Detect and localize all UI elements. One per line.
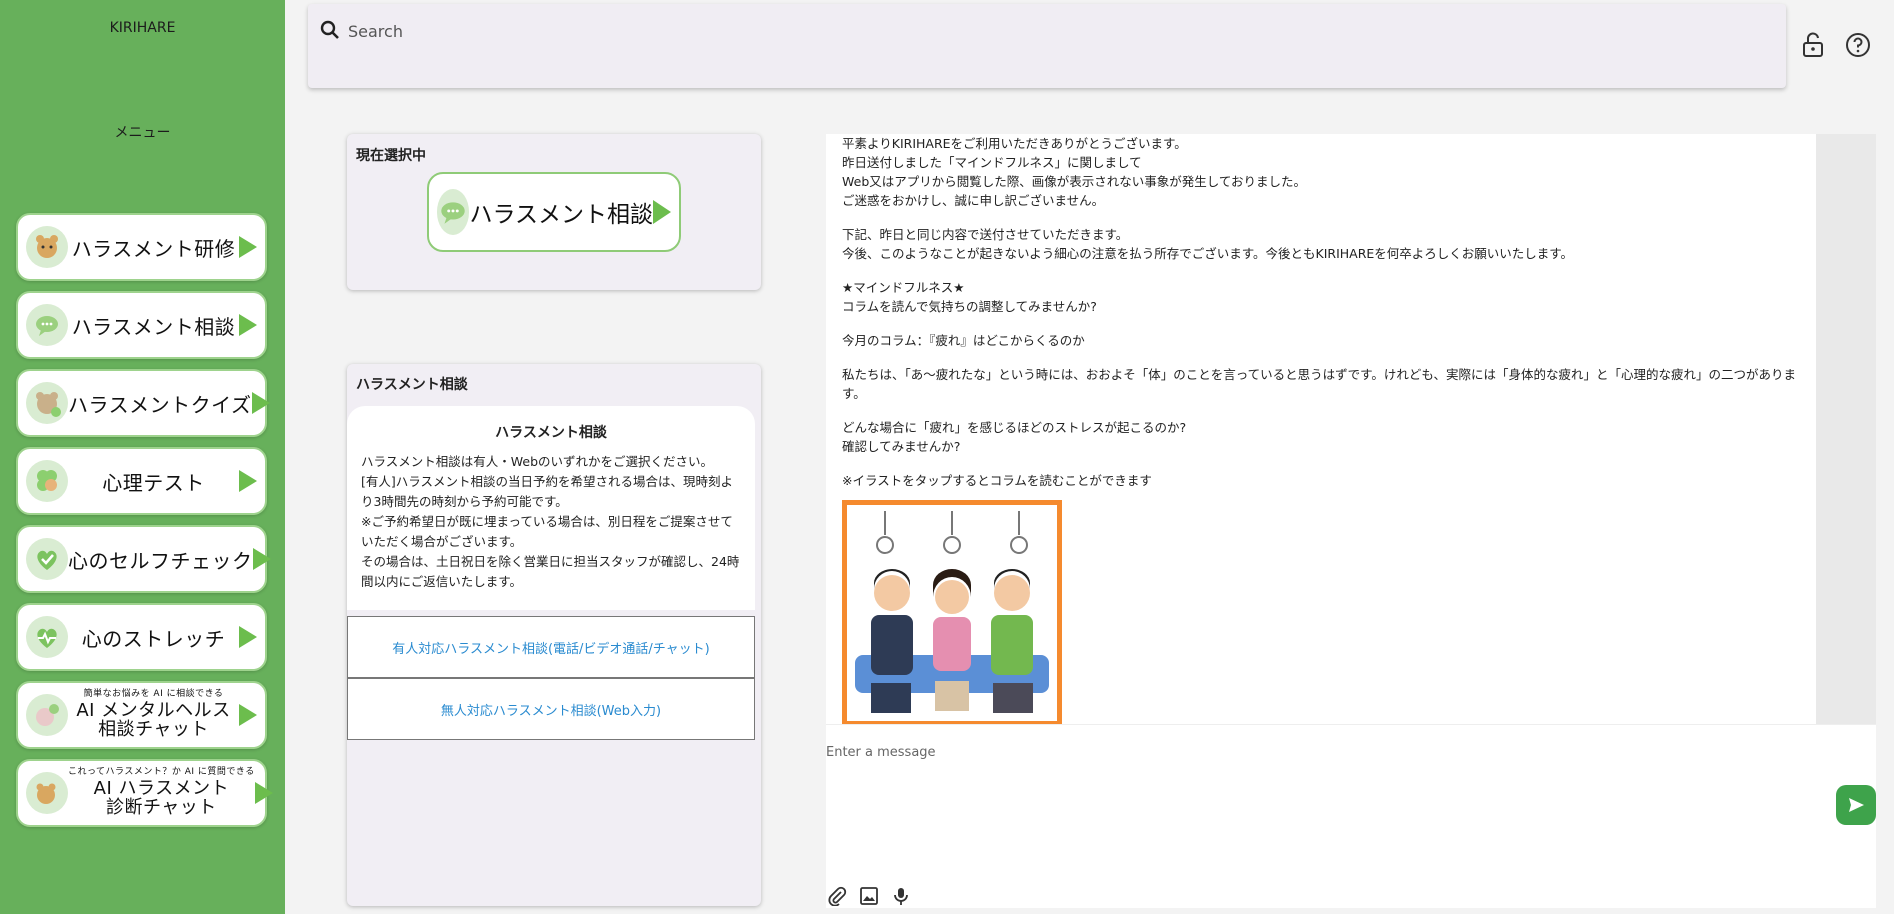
play-arrow-icon	[239, 626, 257, 648]
menu-item-label: ハラスメント相談	[71, 314, 236, 339]
menu-item-label: ハラスメント研修	[71, 236, 236, 261]
play-arrow-icon	[239, 236, 257, 258]
consult-panel: ハラスメント相談 ハラスメント相談 ハラスメント相談は有人・Webのいずれかをご…	[347, 364, 761, 906]
menu-item-ai-mental-chat[interactable]: 簡単なお悩みを AI に相談できる AI メンタルヘルス 相談チャット	[16, 681, 267, 749]
menu-item-heart-stretch[interactable]: 心のストレッチ	[16, 603, 267, 671]
message-paragraph: 今月のコラム：『疲れ』はどこからくるのか	[842, 331, 1802, 350]
consult-card-title: ハラスメント相談	[495, 425, 607, 441]
message-paragraph: 下記、昨日と同じ内容で送付させていただきます。 今後、このようなことが起きないよ…	[842, 225, 1802, 263]
send-icon	[1849, 798, 1864, 812]
play-arrow-icon	[239, 470, 257, 492]
menu-item-label: ハラスメントクイズ	[68, 392, 252, 417]
search-input[interactable]	[348, 18, 1248, 44]
message-line: ★マインドフルネス★	[842, 280, 965, 295]
play-arrow-icon	[254, 782, 273, 804]
menu-item-harassment-training[interactable]: ハラスメント研修	[16, 213, 267, 281]
message-line: ご迷惑をおかけし、誠に申し訳ございません。	[842, 193, 1105, 208]
heart-check-icon	[26, 538, 68, 580]
chat-message-area: 平素よりKIRIHAREをご利用いただきありがとうございます。 昨日送付しました…	[826, 134, 1876, 726]
menu-item-sublabel: これってハラスメント？か AI に質問できる	[68, 767, 255, 778]
message-line: 下記、昨日と同じ内容で送付させていただきます。	[842, 227, 1129, 242]
message-line: コラムを読んで気持ちの調整してみませんか?	[842, 299, 1097, 314]
menu-item-label: これってハラスメント？か AI に質問できる AI ハラスメント 診断チャット	[68, 767, 255, 818]
message-composer	[826, 724, 1876, 908]
selected-item-label: ハラスメント相談	[469, 202, 653, 228]
brand-name: KIRIHARE	[109, 20, 176, 36]
help-icon[interactable]	[1843, 30, 1873, 60]
consult-body-line: [有人]ハラスメント相談の当日予約を希望される場合は、現時刻より3時間先の時刻か…	[361, 474, 734, 509]
attach-icon[interactable]	[826, 885, 848, 907]
chat-message: 平素よりKIRIHAREをご利用いただきありがとうございます。 昨日送付しました…	[842, 134, 1802, 505]
message-paragraph: ※イラストをタップするとコラムを読むことができます	[842, 471, 1802, 490]
menu-item-self-check[interactable]: 心のセルフチェック	[16, 525, 271, 593]
message-line: 確認してみませんか?	[842, 439, 961, 454]
option-staffed-consult-button[interactable]: 有人対応ハラスメント相談(電話/ビデオ通話/チャット)	[347, 616, 755, 678]
consult-card: ハラスメント相談 ハラスメント相談は有人・Webのいずれかをご選択ください。 […	[347, 406, 755, 610]
lock-open-icon[interactable]	[1798, 30, 1828, 60]
consult-body-line: その場合は、土日祝日を除く営業日に担当スタッフが確認し、24時間以内にご返信いた…	[361, 554, 740, 589]
chat-bubble-icon	[437, 189, 470, 235]
bear-quiz-icon	[26, 382, 68, 424]
menu-item-label-line2: 相談チャット	[98, 718, 209, 740]
chat-scrollbar[interactable]	[1816, 134, 1876, 724]
message-line: ※イラストをタップするとコラムを読むことができます	[842, 473, 1152, 488]
menu-item-ai-harassment-chat[interactable]: これってハラスメント？か AI に質問できる AI ハラスメント 診断チャット	[16, 759, 273, 827]
consult-body-line: ハラスメント相談は有人・Webのいずれかをご選択ください。	[361, 454, 714, 469]
play-arrow-icon	[653, 200, 671, 224]
chat-bubble-icon	[26, 304, 68, 346]
selected-item-button[interactable]: ハラスメント相談	[427, 172, 681, 252]
column-illustration[interactable]	[842, 500, 1062, 726]
menu-item-psych-test[interactable]: 心理テスト	[16, 447, 267, 515]
menu-item-label-line1: AI メンタルヘルス	[76, 699, 231, 721]
message-paragraph: 私たちは、「あ〜疲れたな」という時には、おおよそ「体」のことを言っていると思うは…	[842, 365, 1802, 403]
message-line: 今月のコラム：『疲れ』はどこからくるのか	[842, 333, 1085, 348]
send-button[interactable]	[1836, 785, 1876, 825]
microphone-icon[interactable]	[890, 885, 912, 907]
menu-item-label: 心のセルフチェック	[68, 548, 253, 573]
menu-item-sublabel: 簡単なお悩みを AI に相談できる	[83, 689, 224, 700]
sidebar: KIRIHARE メニュー ハラスメント研修 ハラスメント相談 ハラスメントクイ…	[0, 0, 285, 914]
menu-item-label: 簡単なお悩みを AI に相談できる AI メンタルヘルス 相談チャット	[68, 689, 239, 740]
play-arrow-icon	[252, 548, 271, 570]
consult-body-line: ※ご予約希望日が既に埋まっている場合は、別日程をご提案させていただく場合がござい…	[361, 514, 733, 549]
message-line: 私たちは、「あ〜疲れたな」という時には、おおよそ「体」のことを言っていると思うは…	[842, 367, 1797, 401]
message-paragraph: ★マインドフルネス★ コラムを読んで気持ちの調整してみませんか?	[842, 278, 1802, 316]
clover-mascot-icon	[26, 460, 68, 502]
message-line: 昨日送付しました「マインドフルネス」に関しまして	[842, 155, 1142, 170]
menu-item-label: 心のストレッチ	[81, 626, 226, 651]
message-line: 平素よりKIRIHAREをご利用いただきありがとうございます。	[842, 136, 1187, 151]
menu-item-label: 心理テスト	[102, 470, 205, 495]
bear-question-icon	[26, 772, 68, 814]
heart-pulse-icon	[26, 616, 68, 658]
menu-item-label-line2: 診断チャット	[105, 796, 217, 818]
message-paragraph: 平素よりKIRIHAREをご利用いただきありがとうございます。 昨日送付しました…	[842, 134, 1802, 210]
menu-heading: メニュー	[114, 125, 171, 141]
consult-panel-title: ハラスメント相談	[356, 377, 468, 393]
message-line: Web又はアプリから閲覧した際、画像が表示されない事象が発生しておりました。	[842, 174, 1307, 189]
menu-item-label-line1: AI ハラスメント	[93, 777, 230, 799]
play-arrow-icon	[239, 314, 257, 336]
message-line: 今後、このようなことが起きないよう細心の注意を払う所存でございます。今後ともKI…	[842, 246, 1574, 261]
mascot-chat-icon	[26, 694, 68, 736]
bear-mascot-icon	[26, 226, 68, 268]
message-input[interactable]	[826, 741, 1726, 763]
menu-item-harassment-quiz[interactable]: ハラスメントクイズ	[16, 369, 270, 437]
search-icon[interactable]	[318, 18, 342, 42]
image-icon[interactable]	[858, 885, 880, 907]
selected-panel-title: 現在選択中	[356, 148, 426, 164]
search-bar	[308, 4, 1786, 88]
consult-card-body: ハラスメント相談は有人・Webのいずれかをご選択ください。 [有人]ハラスメント…	[347, 452, 755, 592]
menu-item-harassment-consult[interactable]: ハラスメント相談	[16, 291, 267, 359]
selected-panel: 現在選択中 ハラスメント相談	[347, 134, 761, 290]
option-web-consult-button[interactable]: 無人対応ハラスメント相談(Web入力)	[347, 678, 755, 740]
play-arrow-icon	[239, 704, 257, 726]
message-line: どんな場合に「疲れ」を感じるほどのストレスが起こるのか?	[842, 420, 1187, 435]
message-paragraph: どんな場合に「疲れ」を感じるほどのストレスが起こるのか? 確認してみませんか?	[842, 418, 1802, 456]
play-arrow-icon	[251, 392, 270, 414]
